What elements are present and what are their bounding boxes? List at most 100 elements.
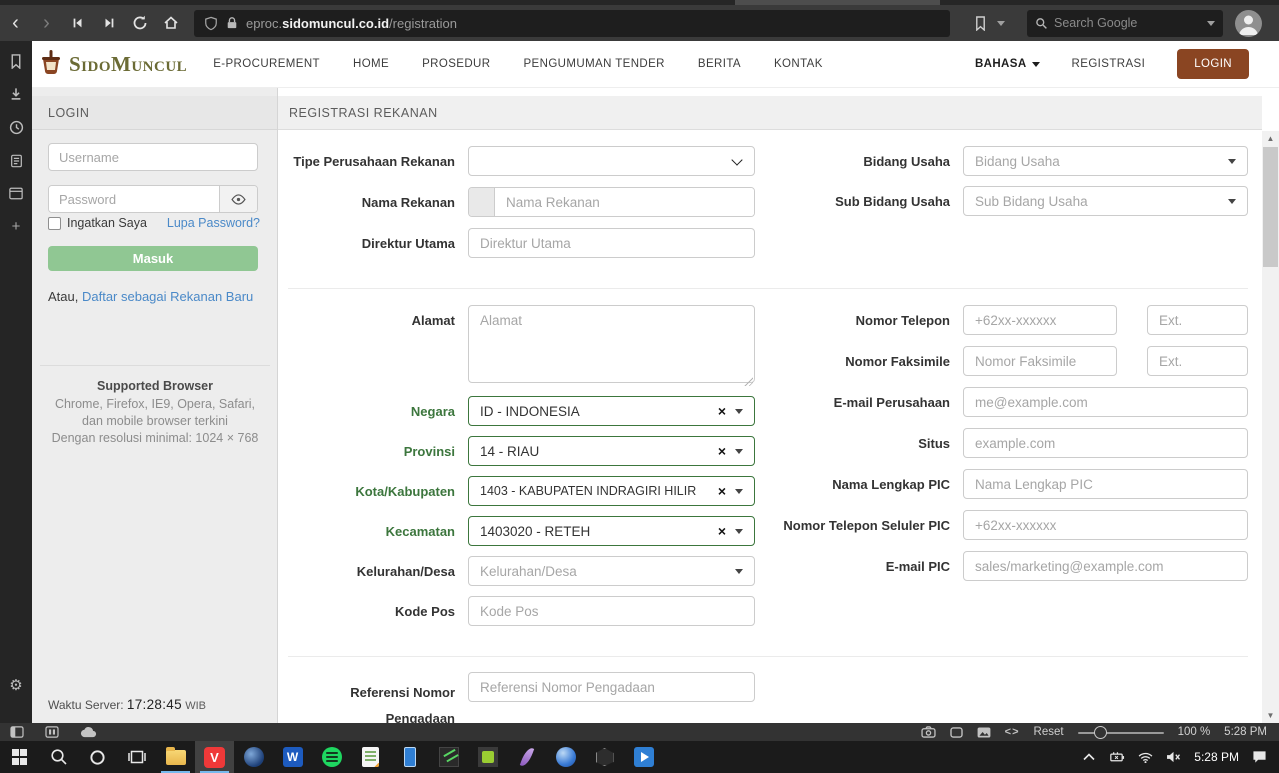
notes-panel-icon[interactable] [0,144,32,177]
add-panel-icon[interactable]: + [0,210,32,243]
taskbar-browser-globe[interactable] [234,741,273,773]
alamat-textarea[interactable] [468,305,755,383]
direktur-utama-input[interactable] [468,228,755,258]
situs-input[interactable] [963,428,1248,458]
negara-select[interactable]: ID - INDONESIA × [468,396,755,426]
fast-forward-button[interactable] [93,9,124,37]
referensi-input[interactable] [468,672,755,702]
kelurahan-desa-select[interactable]: Kelurahan/Desa [468,556,755,586]
sync-cloud-icon[interactable] [80,726,97,738]
forgot-password-link[interactable]: Lupa Password? [167,216,260,230]
taskbar-sphere-app[interactable] [546,741,585,773]
zoom-reset-button[interactable]: Reset [1034,726,1064,738]
downloads-panel-icon[interactable] [0,78,32,111]
taskbar-movies-app[interactable] [624,741,663,773]
search-engine-icon[interactable] [1035,17,1048,30]
images-toggle-icon[interactable] [977,726,991,738]
address-bar[interactable]: eproc.sidomuncul.co.id/registration [194,9,950,37]
page-actions-icon[interactable]: <> [1005,726,1020,738]
history-panel-icon[interactable] [0,111,32,144]
taskbar-vivaldi[interactable]: V [195,741,234,773]
telepon-ext-input[interactable] [1147,305,1248,335]
kota-kabupaten-select[interactable]: 1403 - KABUPATEN INDRAGIRI HILIR × [468,476,755,506]
tray-wifi-icon[interactable] [1138,752,1153,763]
taskbar-android-app[interactable] [468,741,507,773]
register-link[interactable]: Daftar sebagai Rekanan Baru [82,289,253,304]
tray-volume-muted-icon[interactable] [1166,751,1181,763]
tipe-perusahaan-select[interactable] [468,146,755,176]
browser-search[interactable] [1027,9,1223,37]
taskbar-phone-app[interactable] [390,741,429,773]
masuk-button[interactable]: Masuk [48,246,258,271]
telepon-seluler-pic-input[interactable] [963,510,1248,540]
login-button[interactable]: LOGIN [1177,49,1249,79]
nav-home[interactable]: HOME [353,58,389,70]
taskbar-word[interactable]: W [273,741,312,773]
bookmark-icon[interactable] [974,15,987,31]
forward-button[interactable]: › [31,9,62,37]
username-input[interactable] [48,143,258,171]
nama-rekanan-input[interactable] [495,188,754,216]
tiling-icon[interactable] [45,726,59,738]
kecamatan-select[interactable]: 1403020 - RETEH × [468,516,755,546]
nav-berita[interactable]: BERITA [698,58,741,70]
kode-pos-input[interactable] [468,596,755,626]
bidang-usaha-select[interactable]: Bidang Usaha [963,146,1248,176]
taskbar-notepad[interactable] [351,741,390,773]
nav-prosedur[interactable]: PROSEDUR [422,58,490,70]
tray-battery-icon[interactable] [1108,751,1125,763]
lock-icon[interactable] [226,16,238,30]
rewind-button[interactable] [62,9,93,37]
scrollbar-thumb[interactable] [1263,147,1278,267]
nav-pengumuman-tender[interactable]: PENGUMUMAN TENDER [523,58,664,70]
sub-bidang-usaha-select[interactable]: Sub Bidang Usaha [963,186,1248,216]
panel-toggle-icon[interactable] [10,726,24,738]
scroll-up-arrow[interactable]: ▲ [1262,131,1279,146]
nomor-faksimile-input[interactable] [963,346,1117,376]
taskbar-search-button[interactable] [39,741,78,773]
search-input[interactable] [1054,16,1203,30]
bookmarks-panel-icon[interactable] [0,45,32,78]
start-button[interactable] [0,741,39,773]
action-center-icon[interactable] [1252,750,1267,764]
bookmark-dropdown-icon[interactable] [997,20,1005,26]
profile-avatar[interactable] [1235,9,1262,37]
tray-chevron-up-icon[interactable] [1083,753,1095,761]
nav-kontak[interactable]: KONTAK [774,58,823,70]
password-input[interactable] [49,186,219,212]
nav-registrasi[interactable]: REGISTRASI [1072,58,1146,70]
clear-selection-icon[interactable]: × [718,404,726,418]
shield-icon[interactable] [204,16,218,31]
url-text[interactable]: eproc.sidomuncul.co.id/registration [246,16,457,31]
taskbar-unity-app[interactable] [585,741,624,773]
nav-e-procurement[interactable]: E-PROCUREMENT [213,58,320,70]
taskbar-wireframe-app[interactable] [429,741,468,773]
reload-button[interactable] [124,9,155,37]
capture-camera-icon[interactable] [921,726,936,738]
email-perusahaan-input[interactable] [963,387,1248,417]
page-scrollbar[interactable]: ▲ ▼ [1262,131,1279,723]
sidomuncul-logo[interactable]: SidoMuncul [38,49,187,80]
show-password-button[interactable] [219,186,257,212]
clear-selection-icon[interactable]: × [718,444,726,458]
window-panel-icon[interactable] [0,177,32,210]
email-pic-input[interactable] [963,551,1248,581]
break-mode-icon[interactable] [949,726,963,738]
remember-checkbox[interactable] [48,216,61,230]
clear-selection-icon[interactable]: × [718,524,726,538]
faksimile-ext-input[interactable] [1147,346,1248,376]
zoom-slider[interactable] [1077,725,1164,739]
bahasa-dropdown[interactable]: BAHASA [975,58,1040,70]
search-dropdown-icon[interactable] [1207,20,1215,26]
nomor-telepon-input[interactable] [963,305,1117,335]
zoom-slider-knob[interactable] [1093,725,1107,739]
taskbar-clock[interactable]: 5:28 PM [1194,750,1239,764]
nama-pic-input[interactable] [963,469,1248,499]
cortana-button[interactable] [78,741,117,773]
settings-gear-icon[interactable]: ⚙ [0,668,32,701]
taskbar-quill-app[interactable] [507,741,546,773]
clear-selection-icon[interactable]: × [718,484,726,498]
home-button[interactable] [155,9,186,37]
taskbar-spotify[interactable] [312,741,351,773]
scroll-down-arrow[interactable]: ▼ [1262,708,1279,723]
